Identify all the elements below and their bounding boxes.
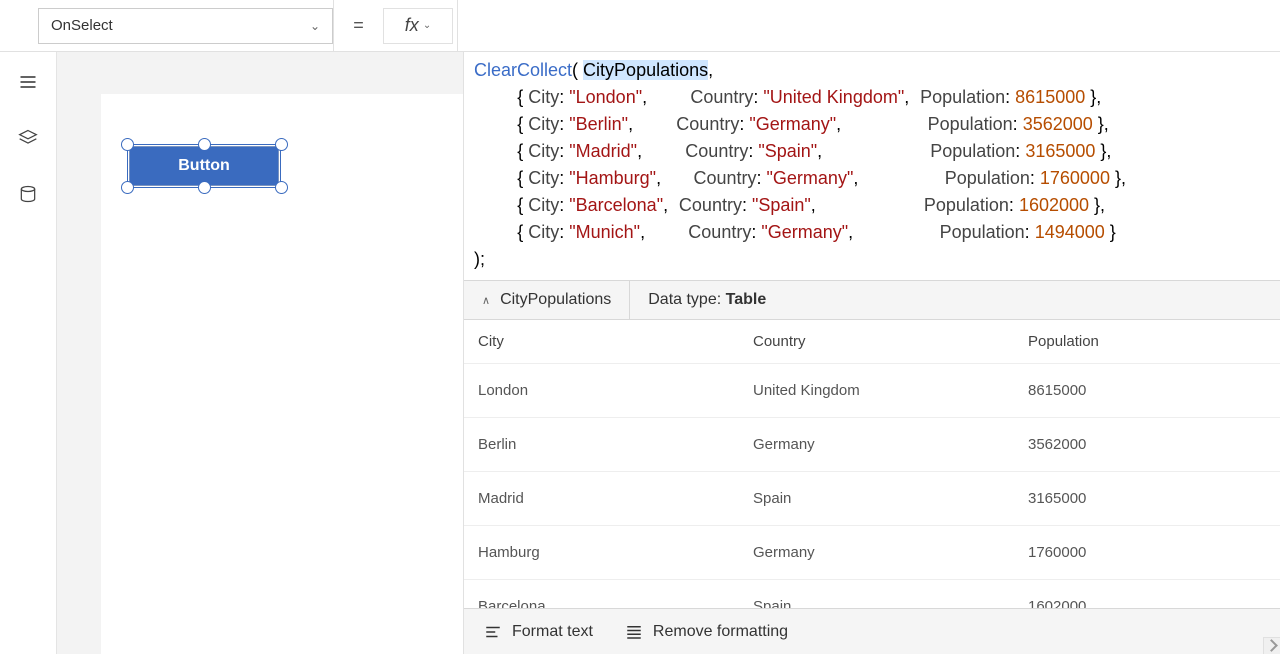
datatype-value: Table: [726, 291, 767, 308]
selection-handle[interactable]: [121, 138, 134, 151]
database-icon[interactable]: [18, 184, 38, 204]
cell-city: Berlin: [478, 436, 753, 453]
cell-city: London: [478, 382, 753, 399]
cell-population: 3562000: [1028, 436, 1266, 453]
selection-handle[interactable]: [198, 138, 211, 151]
table-header-population: Population: [1028, 333, 1266, 350]
table-row[interactable]: MadridSpain3165000: [464, 472, 1280, 526]
chevron-down-icon: ⌄: [310, 19, 320, 33]
selection-handle[interactable]: [121, 181, 134, 194]
chevron-down-icon: ⌄: [423, 20, 431, 31]
cell-country: Germany: [753, 436, 1028, 453]
cell-city: Hamburg: [478, 544, 753, 561]
cell-country: Germany: [753, 544, 1028, 561]
table-row[interactable]: HamburgGermany1760000: [464, 526, 1280, 580]
formula-editor[interactable]: ClearCollect( CityPopulations, { City: "…: [464, 52, 1280, 280]
formula-footer: Format text Remove formatting: [464, 608, 1280, 654]
hamburger-icon[interactable]: [18, 72, 38, 92]
format-text-icon: [484, 623, 502, 641]
button-control-label: Button: [178, 157, 230, 175]
cell-city: Madrid: [478, 490, 753, 507]
result-header: ∧ CityPopulations Data type: Table: [464, 280, 1280, 320]
table-header-country: Country: [753, 333, 1028, 350]
cell-country: United Kingdom: [753, 382, 1028, 399]
property-dropdown[interactable]: OnSelect ⌄: [38, 8, 333, 44]
datatype-label: Data type:: [648, 291, 725, 308]
remove-formatting-button[interactable]: Remove formatting: [625, 623, 788, 641]
fx-label: fx: [405, 15, 419, 36]
format-text-button[interactable]: Format text: [484, 623, 593, 641]
property-dropdown-value: OnSelect: [51, 17, 310, 34]
equals-label: =: [333, 0, 383, 52]
cell-city: Barcelona: [478, 598, 753, 608]
table-header-row: City Country Population: [464, 320, 1280, 364]
canvas-area[interactable]: Button: [57, 52, 463, 654]
formula-bar-spacer: [457, 0, 1280, 52]
button-control[interactable]: Button: [129, 146, 279, 186]
selection-handle[interactable]: [198, 181, 211, 194]
chevron-up-icon: ∧: [482, 294, 490, 307]
table-row[interactable]: LondonUnited Kingdom8615000: [464, 364, 1280, 418]
result-name-segment[interactable]: ∧ CityPopulations: [464, 281, 630, 319]
cell-population: 8615000: [1028, 382, 1266, 399]
fx-button[interactable]: fx ⌄: [383, 8, 453, 44]
format-text-label: Format text: [512, 623, 593, 641]
left-rail: [0, 52, 57, 654]
table-row[interactable]: BarcelonaSpain1602000: [464, 580, 1280, 608]
result-table: City Country Population LondonUnited Kin…: [464, 320, 1280, 608]
result-datatype-segment: Data type: Table: [630, 281, 784, 319]
table-header-city: City: [478, 333, 753, 350]
selection-handle[interactable]: [275, 181, 288, 194]
cell-country: Spain: [753, 598, 1028, 608]
cell-country: Spain: [753, 490, 1028, 507]
layers-icon[interactable]: [18, 128, 38, 148]
result-name: CityPopulations: [500, 291, 611, 309]
cell-population: 1602000: [1028, 598, 1266, 608]
cell-population: 1760000: [1028, 544, 1266, 561]
scroll-corner[interactable]: [1263, 637, 1280, 654]
table-row[interactable]: BerlinGermany3562000: [464, 418, 1280, 472]
selection-handle[interactable]: [275, 138, 288, 151]
remove-formatting-icon: [625, 623, 643, 641]
cell-population: 3165000: [1028, 490, 1266, 507]
remove-formatting-label: Remove formatting: [653, 623, 788, 641]
